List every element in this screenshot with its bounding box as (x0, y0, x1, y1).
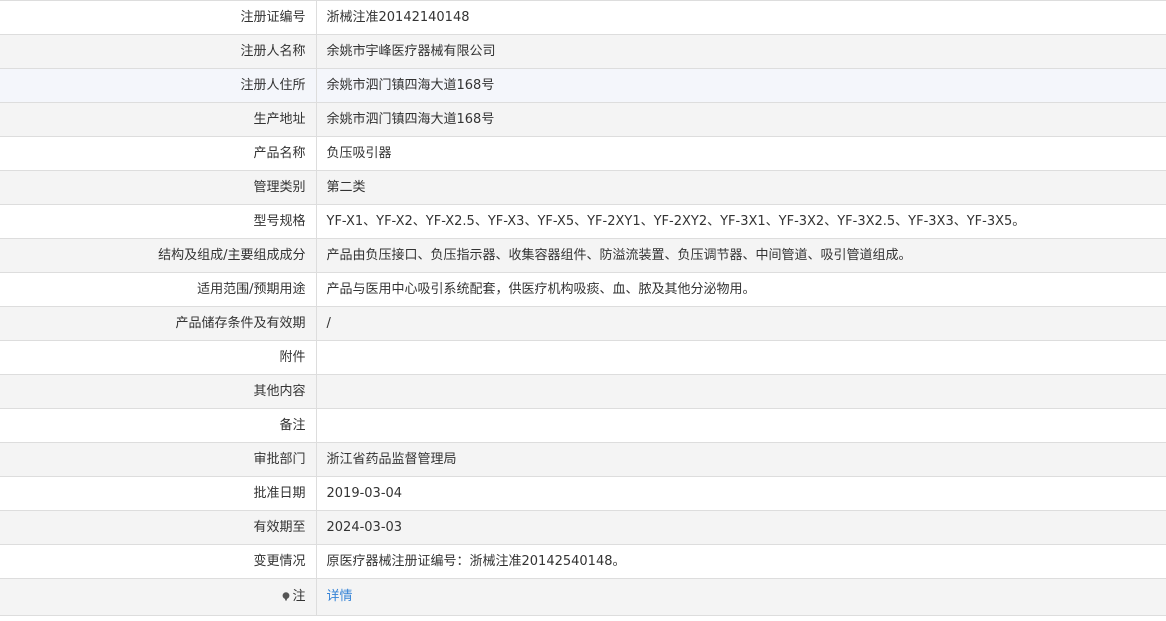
table-row: 注册人名称 余姚市宇峰医疗器械有限公司 (0, 34, 1166, 69)
field-label-attachments: 附件 (0, 340, 317, 375)
field-label-change-history: 变更情况 (0, 544, 317, 579)
field-label-registrant-name: 注册人名称 (0, 34, 317, 69)
field-label-management-class: 管理类别 (0, 170, 317, 205)
table-row: 注册证编号 浙械注准20142140148 (0, 0, 1166, 35)
table-row: 备注 (0, 408, 1166, 443)
table-row: 型号规格 YF-X1、YF-X2、YF-X2.5、YF-X3、YF-X5、YF-… (0, 204, 1166, 239)
table-row: 生产地址 余姚市泗门镇四海大道168号 (0, 102, 1166, 137)
field-label-valid-until: 有效期至 (0, 510, 317, 545)
table-row: 产品储存条件及有效期 / (0, 306, 1166, 341)
field-value-model-spec: YF-X1、YF-X2、YF-X2.5、YF-X3、YF-X5、YF-2XY1、… (316, 204, 1166, 239)
field-label-model-spec: 型号规格 (0, 204, 317, 239)
note-icon (283, 592, 290, 601)
field-value-production-address: 余姚市泗门镇四海大道168号 (316, 102, 1166, 137)
field-value-approval-date: 2019-03-04 (316, 476, 1166, 511)
field-value-product-name: 负压吸引器 (316, 136, 1166, 171)
field-value-attachments (316, 340, 1166, 375)
registration-record-table: 注册证编号 浙械注准20142140148 注册人名称 余姚市宇峰医疗器械有限公… (0, 0, 1166, 616)
field-value-valid-until: 2024-03-03 (316, 510, 1166, 545)
table-row: 批准日期 2019-03-04 (0, 476, 1166, 511)
field-label-storage-validity: 产品储存条件及有效期 (0, 306, 317, 341)
table-row: 结构及组成/主要组成成分 产品由负压接口、负压指示器、收集容器组件、防溢流装置、… (0, 238, 1166, 273)
field-label-production-address: 生产地址 (0, 102, 317, 137)
field-label-other-content: 其他内容 (0, 374, 317, 409)
field-value-change-history: 原医疗器械注册证编号：浙械注准20142540148。 (316, 544, 1166, 579)
field-label-registration-number: 注册证编号 (0, 0, 317, 35)
field-value-other-content (316, 374, 1166, 409)
table-row: 变更情况 原医疗器械注册证编号：浙械注准20142540148。 (0, 544, 1166, 579)
field-label-approval-department: 审批部门 (0, 442, 317, 477)
field-value-management-class: 第二类 (316, 170, 1166, 205)
details-link[interactable]: 详情 (327, 589, 353, 604)
field-label-intended-use: 适用范围/预期用途 (0, 272, 317, 307)
field-value-registration-number: 浙械注准20142140148 (316, 0, 1166, 35)
table-row: 适用范围/预期用途 产品与医用中心吸引系统配套，供医疗机构吸痰、血、脓及其他分泌… (0, 272, 1166, 307)
field-label-note: 注 (0, 578, 317, 616)
field-value-registrant-address: 余姚市泗门镇四海大道168号 (316, 68, 1166, 103)
table-row: 管理类别 第二类 (0, 170, 1166, 205)
field-label-structure-composition: 结构及组成/主要组成成分 (0, 238, 317, 273)
table-row: 产品名称 负压吸引器 (0, 136, 1166, 171)
field-value-storage-validity: / (316, 306, 1166, 341)
field-label-registrant-address: 注册人住所 (0, 68, 317, 103)
field-value-structure-composition: 产品由负压接口、负压指示器、收集容器组件、防溢流装置、负压调节器、中间管道、吸引… (316, 238, 1166, 273)
field-value-intended-use: 产品与医用中心吸引系统配套，供医疗机构吸痰、血、脓及其他分泌物用。 (316, 272, 1166, 307)
field-label-remarks: 备注 (0, 408, 317, 443)
field-value-remarks (316, 408, 1166, 443)
table-row: 其他内容 (0, 374, 1166, 409)
table-row: 有效期至 2024-03-03 (0, 510, 1166, 545)
table-row: 注 详情 (0, 578, 1166, 616)
table-row: 附件 (0, 340, 1166, 375)
field-value-note: 详情 (316, 578, 1166, 616)
table-row: 注册人住所 余姚市泗门镇四海大道168号 (0, 68, 1166, 103)
field-value-approval-department: 浙江省药品监督管理局 (316, 442, 1166, 477)
field-label-approval-date: 批准日期 (0, 476, 317, 511)
field-value-registrant-name: 余姚市宇峰医疗器械有限公司 (316, 34, 1166, 69)
table-row: 审批部门 浙江省药品监督管理局 (0, 442, 1166, 477)
note-label: 注 (292, 589, 306, 604)
field-label-product-name: 产品名称 (0, 136, 317, 171)
